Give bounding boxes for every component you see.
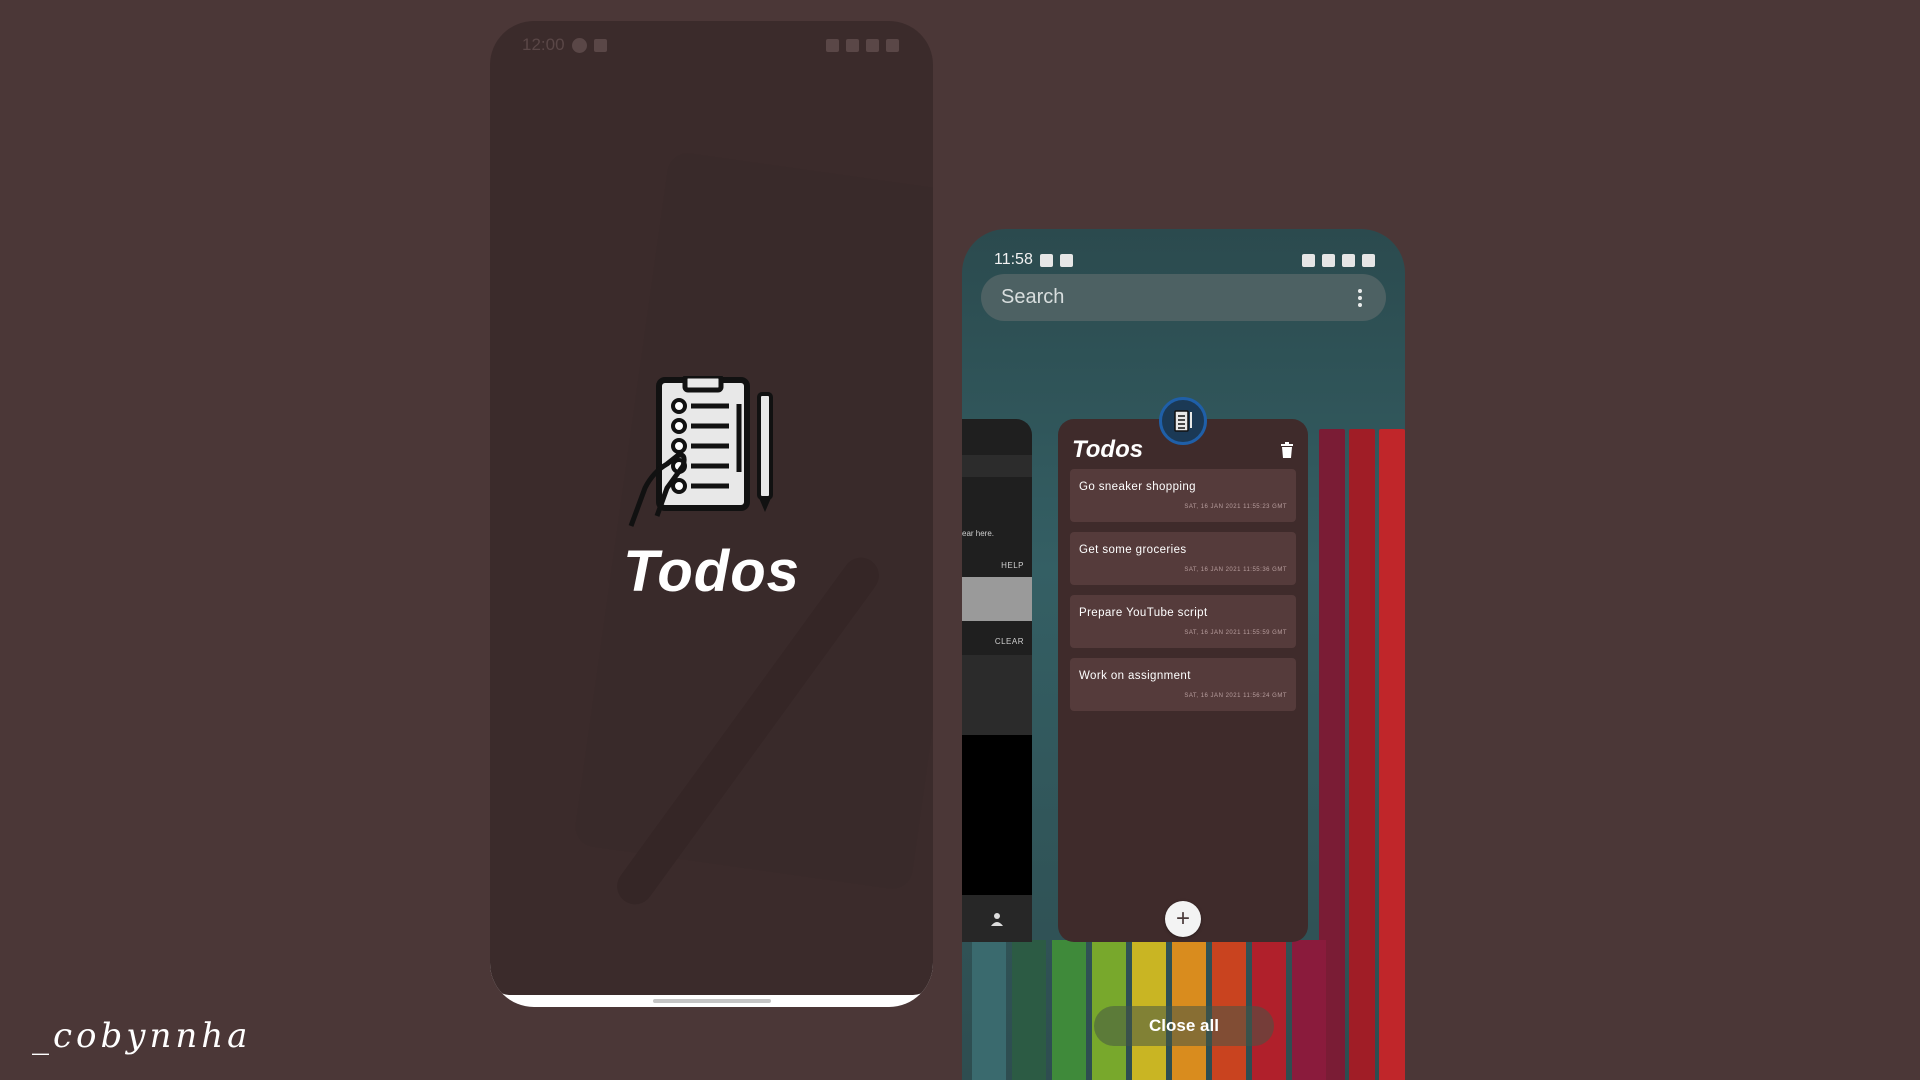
message-icon bbox=[593, 38, 607, 52]
battery-icon bbox=[886, 38, 899, 52]
side-card-clear: CLEAR bbox=[994, 637, 1024, 646]
todo-date: SAT, 16 JAN 2021 11:55:36 GMT bbox=[1184, 567, 1287, 573]
splash-title: Todos bbox=[623, 539, 800, 604]
navigation-bar bbox=[490, 963, 933, 1007]
signal-icon bbox=[866, 38, 879, 52]
status-time: 12:00 bbox=[522, 35, 565, 54]
signal-icon bbox=[1342, 253, 1355, 267]
todo-item[interactable]: Prepare YouTube script SAT, 16 JAN 2021 … bbox=[1070, 595, 1296, 648]
clipboard-icon bbox=[1174, 410, 1192, 432]
todo-text: Work on assignment bbox=[1079, 670, 1191, 682]
splash-content: Todos bbox=[490, 376, 933, 605]
todo-item[interactable]: Work on assignment SAT, 16 JAN 2021 11:5… bbox=[1070, 658, 1296, 711]
close-all-button[interactable]: Close all bbox=[1094, 1006, 1274, 1046]
todo-date: SAT, 16 JAN 2021 11:55:23 GMT bbox=[1184, 504, 1287, 510]
todo-text: Prepare YouTube script bbox=[1079, 607, 1208, 619]
add-todo-button[interactable]: + bbox=[1165, 901, 1201, 937]
todo-text: Get some groceries bbox=[1079, 544, 1187, 556]
splash-phone: 12:00 Todos bbox=[490, 21, 933, 1007]
todo-list: Go sneaker shopping SAT, 16 JAN 2021 11:… bbox=[1070, 469, 1296, 721]
todo-item[interactable]: Get some groceries SAT, 16 JAN 2021 11:5… bbox=[1070, 532, 1296, 585]
search-input[interactable]: Search bbox=[1001, 286, 1064, 309]
todo-date: SAT, 16 JAN 2021 11:55:59 GMT bbox=[1184, 630, 1287, 636]
recent-app-card-partial[interactable]: ear here. HELP CLEAR bbox=[962, 419, 1032, 942]
todo-date: SAT, 16 JAN 2021 11:56:24 GMT bbox=[1184, 693, 1287, 699]
more-options-icon[interactable] bbox=[1354, 285, 1366, 311]
person-icon bbox=[991, 912, 1003, 926]
plus-icon: + bbox=[1175, 905, 1190, 932]
status-bar: 12:00 bbox=[490, 21, 933, 69]
status-time: 11:58 bbox=[994, 251, 1033, 268]
clipboard-logo-icon bbox=[628, 376, 773, 527]
app-notification-icon bbox=[571, 37, 587, 53]
alarm-icon bbox=[1302, 253, 1315, 267]
todos-app-card[interactable]: Todos Go sneaker shopping SAT, 16 JAN 20… bbox=[1058, 419, 1308, 942]
todo-item[interactable]: Go sneaker shopping SAT, 16 JAN 2021 11:… bbox=[1070, 469, 1296, 522]
alarm-icon bbox=[826, 38, 839, 52]
side-card-help: HELP bbox=[1001, 561, 1024, 570]
home-handle[interactable] bbox=[653, 999, 771, 1003]
status-bar: 11:58 bbox=[962, 229, 1405, 279]
todos-app-icon[interactable] bbox=[1159, 397, 1207, 445]
trash-icon[interactable] bbox=[1280, 442, 1294, 458]
watermark-signature: _cobynnha bbox=[32, 1016, 252, 1056]
network-4g-icon bbox=[846, 38, 859, 52]
battery-icon bbox=[1362, 253, 1375, 267]
recents-phone: 11:58 Search ear here. HELP CLEAR Todos … bbox=[962, 229, 1405, 1080]
network-4g-icon bbox=[1322, 253, 1335, 267]
message-icon bbox=[1059, 253, 1073, 267]
todo-text: Go sneaker shopping bbox=[1079, 481, 1196, 493]
image-icon bbox=[1039, 253, 1053, 267]
side-card-hint: ear here. bbox=[962, 529, 995, 538]
card-title: Todos bbox=[1072, 436, 1144, 463]
search-bar[interactable]: Search bbox=[981, 274, 1386, 321]
